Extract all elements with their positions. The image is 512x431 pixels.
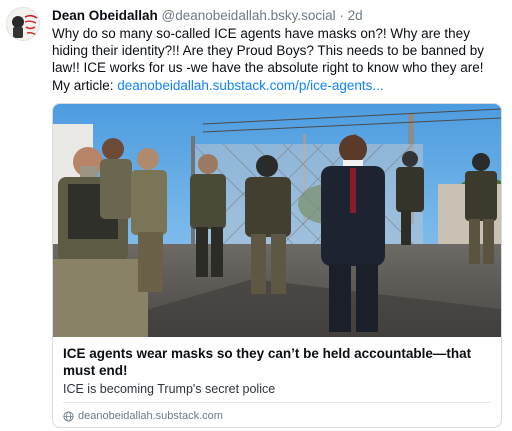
post-article-line: My article: deanobeidallah.substack.com/… xyxy=(52,77,504,94)
author-avatar[interactable] xyxy=(6,7,40,41)
card-description: ICE is becoming Trump's secret police xyxy=(63,382,276,396)
author-handle[interactable]: @deanobeidallah.bsky.social xyxy=(162,8,336,23)
card-divider xyxy=(63,402,491,403)
article-link[interactable]: deanobeidallah.substack.com/p/ice-agents… xyxy=(117,78,383,93)
card-thumbnail-image[interactable] xyxy=(53,104,501,337)
post-header: Dean Obeidallah @deanobeidallah.bsky.soc… xyxy=(52,7,363,24)
globe-icon xyxy=(63,410,74,422)
avatar-logo xyxy=(7,8,39,40)
card-title[interactable]: ICE agents wear masks so they can’t be h… xyxy=(63,345,483,379)
post-body: Why do so many so-called ICE agents have… xyxy=(52,26,485,76)
post-item[interactable]: Dean Obeidallah @deanobeidallah.bsky.soc… xyxy=(0,0,512,431)
post-timestamp[interactable]: 2d xyxy=(348,8,363,23)
card-domain-row: deanobeidallah.substack.com xyxy=(63,410,223,422)
header-separator: · xyxy=(339,8,344,23)
post-text: Why do so many so-called ICE agents have… xyxy=(52,25,504,94)
link-preview-card[interactable]: ICE agents wear masks so they can’t be h… xyxy=(52,103,502,428)
card-domain: deanobeidallah.substack.com xyxy=(78,410,223,422)
author-name[interactable]: Dean Obeidallah xyxy=(52,8,158,23)
article-prefix: My article: xyxy=(52,77,118,93)
